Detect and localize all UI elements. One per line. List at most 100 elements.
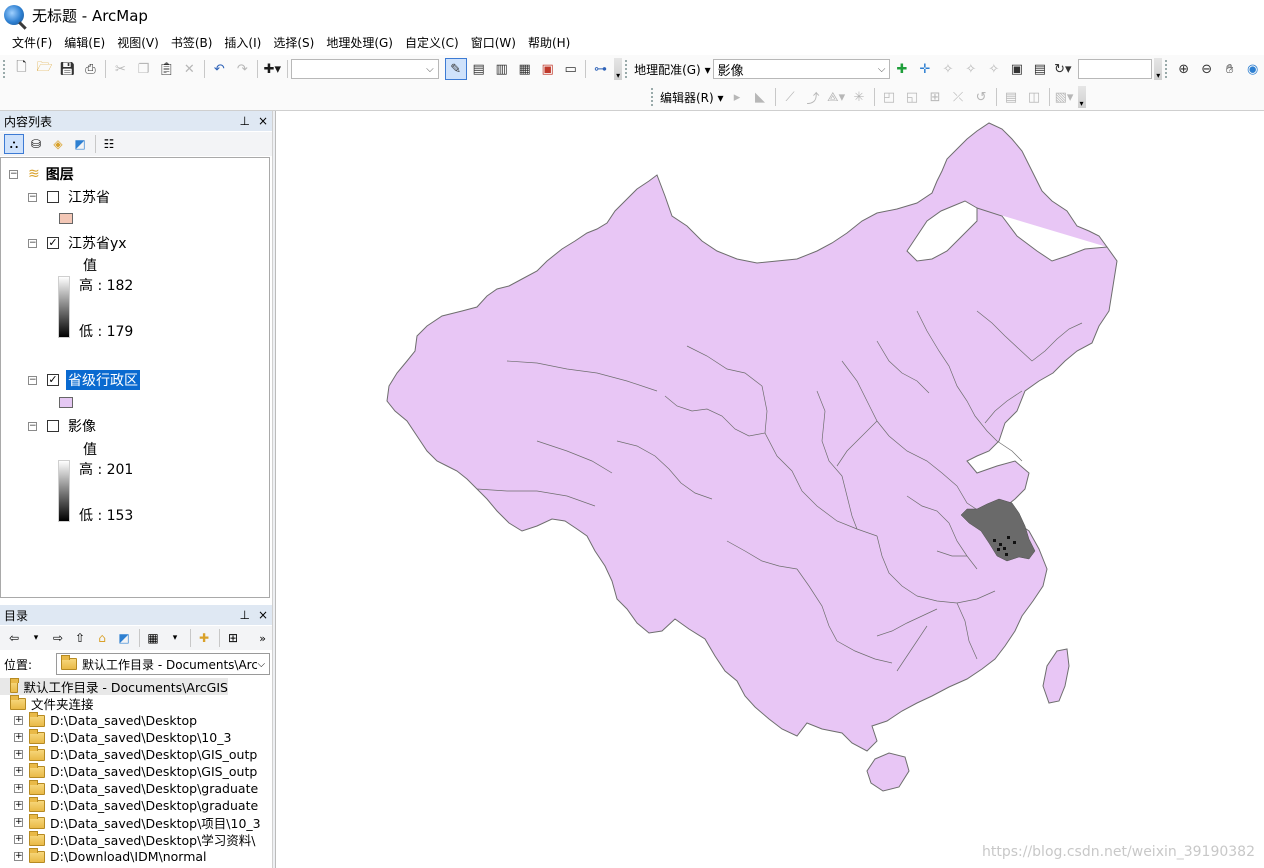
curve-segment-icon[interactable]: ⤴: [802, 86, 824, 108]
layer-row[interactable]: − ✓ 江苏省yx: [28, 233, 129, 253]
add-control-points-icon[interactable]: ✚: [891, 58, 913, 80]
menu-help[interactable]: 帮助(H): [522, 34, 576, 51]
options-icon[interactable]: ☷: [99, 134, 119, 154]
menu-file[interactable]: 文件(F): [6, 34, 58, 51]
collapse-icon[interactable]: −: [28, 238, 37, 248]
list-by-selection-icon[interactable]: ◩: [70, 134, 90, 154]
views-icon[interactable]: ▦: [143, 628, 163, 648]
location-combo[interactable]: 默认工作目录 - Documents\ArcGIS ⌵: [56, 653, 271, 675]
redo-icon[interactable]: ↷: [231, 58, 253, 80]
back-dropdown-icon[interactable]: ▾: [26, 628, 46, 648]
pan-icon[interactable]: ✋︎: [1219, 58, 1241, 80]
rotate-feature-icon[interactable]: ↺: [970, 86, 992, 108]
expand-icon[interactable]: +: [14, 835, 23, 844]
catalog-item[interactable]: + D:\Data_saved\Desktop\graduate: [14, 796, 258, 814]
shift-icon[interactable]: ✧: [960, 58, 982, 80]
rotate-icon[interactable]: ✧: [937, 58, 959, 80]
layer-row[interactable]: − 影像: [28, 416, 98, 436]
menu-insert[interactable]: 插入(I): [218, 34, 267, 51]
straight-segment-icon[interactable]: ⟋: [779, 86, 801, 108]
toolbar-options-icon[interactable]: ▾: [1154, 58, 1163, 80]
scale-icon[interactable]: ✧: [983, 58, 1005, 80]
catalog-item[interactable]: 文件夹连接: [0, 694, 94, 712]
list-by-visibility-icon[interactable]: ◈: [48, 134, 68, 154]
expand-icon[interactable]: +: [14, 852, 23, 861]
toolbar-grip[interactable]: [1165, 60, 1169, 78]
expand-icon[interactable]: +: [14, 733, 23, 742]
menu-windows[interactable]: 窗口(W): [465, 34, 522, 51]
layer-name[interactable]: 江苏省yx: [66, 233, 129, 253]
georef-layer-select[interactable]: 影像 ⌵: [712, 59, 891, 79]
save-icon[interactable]: 💾︎: [56, 58, 78, 80]
attributes-icon[interactable]: ▤: [1000, 86, 1022, 108]
toolbar-options-icon[interactable]: ▾: [1077, 86, 1086, 108]
add-data-icon[interactable]: ✚▾: [261, 58, 283, 80]
catalog-item[interactable]: + D:\Data_saved\Desktop\graduate: [14, 779, 258, 797]
cut-icon[interactable]: ✂: [109, 58, 131, 80]
layer-name[interactable]: 江苏省: [66, 187, 112, 207]
layer-symbol-swatch[interactable]: [59, 213, 73, 224]
expand-icon[interactable]: +: [14, 784, 23, 793]
table-of-contents-icon[interactable]: ▤: [468, 58, 490, 80]
connect-folder-icon[interactable]: ◩: [114, 628, 134, 648]
expand-icon[interactable]: +: [14, 767, 23, 776]
full-extent-icon[interactable]: ◉: [1242, 58, 1264, 80]
close-icon[interactable]: ×: [258, 608, 268, 622]
views-dropdown-icon[interactable]: ▾: [165, 628, 185, 648]
menu-customize[interactable]: 自定义(C): [399, 34, 465, 51]
map-canvas[interactable]: https://blog.csdn.net/weixin_39190382: [277, 111, 1264, 868]
expand-icon[interactable]: +: [14, 716, 23, 725]
layer-visibility-checkbox[interactable]: [47, 420, 59, 432]
open-folder-icon[interactable]: 🗁: [33, 58, 55, 80]
undo-icon[interactable]: ↶: [208, 58, 230, 80]
zoom-in-icon[interactable]: ⊕: [1173, 58, 1195, 80]
arctoolbox-icon[interactable]: ▣: [537, 58, 559, 80]
layer-visibility-checkbox[interactable]: ✓: [47, 237, 59, 249]
menu-bookmarks[interactable]: 书签(B): [165, 34, 219, 51]
catalog-item[interactable]: + D:\Data_saved\Desktop: [14, 711, 197, 729]
map-scale-combo[interactable]: ⌵: [290, 59, 439, 79]
toolbar-options-icon[interactable]: ▾: [614, 58, 623, 80]
home-folder-icon[interactable]: ⌂: [92, 628, 112, 648]
layer-name-selected[interactable]: 省级行政区: [66, 370, 140, 390]
panel-splitter[interactable]: [272, 111, 276, 868]
layer-visibility-checkbox[interactable]: ✓: [47, 374, 59, 386]
connect-to-folder-icon[interactable]: ✚: [194, 628, 214, 648]
link-table-icon[interactable]: ✛: [914, 58, 936, 80]
edit-tool-icon[interactable]: ▸: [726, 86, 748, 108]
menu-selection[interactable]: 选择(S): [267, 34, 320, 51]
rotate-dropdown-icon[interactable]: ↻▾: [1052, 58, 1074, 80]
list-by-drawing-order-icon[interactable]: ⛬: [4, 134, 24, 154]
modelbuilder-icon[interactable]: ⊶: [590, 58, 612, 80]
search-window-icon[interactable]: ▦: [514, 58, 536, 80]
editor-toolbar-icon[interactable]: ✎: [444, 58, 467, 80]
up-one-level-icon[interactable]: ⇧: [70, 628, 90, 648]
viewer-icon[interactable]: ▣: [1006, 58, 1028, 80]
collapse-icon[interactable]: −: [9, 169, 18, 179]
print-icon[interactable]: ⎙: [79, 58, 101, 80]
view-link-table-icon[interactable]: ▤: [1029, 58, 1051, 80]
catalog-item[interactable]: + D:\Data_saved\Desktop\GIS_outp: [14, 745, 257, 763]
delete-icon[interactable]: ✕: [178, 58, 200, 80]
menu-view[interactable]: 视图(V): [111, 34, 165, 51]
catalog-item[interactable]: + D:\Data_saved\Desktop\GIS_outp: [14, 762, 257, 780]
edit-vertices-icon[interactable]: ◰: [878, 86, 900, 108]
catalog-item[interactable]: + D:\Download\IDM\normal: [14, 847, 207, 865]
map-display[interactable]: https://blog.csdn.net/weixin_39190382: [277, 111, 1264, 868]
collapse-icon[interactable]: −: [28, 192, 37, 202]
split-icon[interactable]: ⤫: [947, 86, 969, 108]
catalog-item[interactable]: + D:\Data_saved\Desktop\10_3: [14, 728, 231, 746]
layer-row[interactable]: − ✓ 省级行政区: [28, 370, 140, 390]
rotation-input[interactable]: [1078, 59, 1153, 79]
create-features-icon[interactable]: ▧▾: [1053, 86, 1075, 108]
close-icon[interactable]: ×: [258, 114, 268, 128]
construction-tools-icon[interactable]: ⟁▾: [825, 86, 847, 108]
sketch-properties-icon[interactable]: ◫: [1023, 86, 1045, 108]
layer-symbol-swatch[interactable]: [59, 397, 73, 408]
layers-group-row[interactable]: − ≋ 图层: [9, 164, 74, 184]
toggle-contents-icon[interactable]: ⊞: [223, 628, 243, 648]
edit-annotation-icon[interactable]: ◣: [749, 86, 771, 108]
back-icon[interactable]: ⇦: [4, 628, 24, 648]
catalog-item[interactable]: 默认工作目录 - Documents\ArcGIS: [0, 678, 228, 695]
stretch-color-ramp[interactable]: [58, 276, 70, 338]
